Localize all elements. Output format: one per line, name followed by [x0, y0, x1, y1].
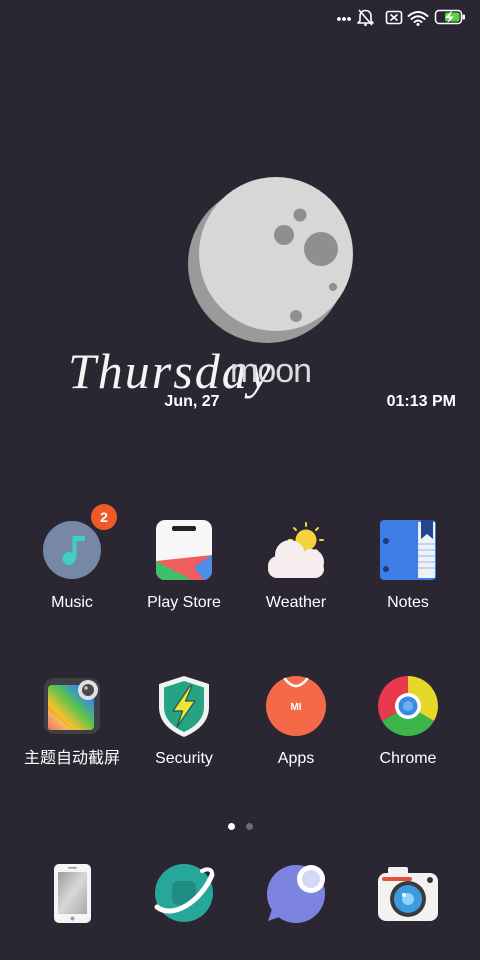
app-chrome[interactable]: Chrome: [352, 676, 464, 772]
notifications-muted-icon: [357, 9, 374, 27]
app-weather[interactable]: Weather: [240, 520, 352, 616]
date-text: Jun, 27: [164, 393, 220, 410]
no-sim-icon: [385, 10, 403, 25]
app-mi-apps[interactable]: MI Apps: [240, 676, 352, 772]
moon-illustration: [188, 177, 353, 343]
mi-apps-icon: MI: [266, 676, 326, 736]
cloud-icon: [268, 540, 324, 578]
app-label: Security: [155, 750, 213, 767]
page-dot[interactable]: [228, 823, 235, 830]
browser-icon: [154, 864, 215, 922]
page-indicator[interactable]: [224, 820, 256, 832]
app-play-store[interactable]: Play Store: [128, 520, 240, 616]
app-notes[interactable]: Notes: [352, 520, 464, 616]
notification-badge: 2: [91, 504, 117, 530]
notes-icon: [380, 520, 436, 580]
camera-icon: [378, 867, 438, 921]
app-label: Chrome: [379, 750, 437, 767]
status-bar: [0, 0, 480, 36]
app-label: Apps: [277, 750, 315, 767]
mi-logo-text: MI: [290, 702, 301, 713]
play-store-icon: [156, 520, 212, 580]
status-icons: [337, 9, 465, 27]
theme-screenshot-icon: [44, 678, 100, 734]
security-shield-icon: [159, 676, 209, 737]
app-theme-screenshot[interactable]: 主题自动截屏: [16, 676, 128, 772]
music-icon: [43, 521, 101, 579]
phone-icon: [54, 864, 91, 923]
app-label: Music: [51, 594, 93, 611]
dock-camera[interactable]: [378, 863, 438, 923]
dock-browser[interactable]: [154, 863, 215, 923]
dock-messages[interactable]: [266, 863, 326, 923]
dock-phone[interactable]: [42, 863, 102, 923]
wifi-icon: [407, 11, 429, 26]
app-label: Play Store: [147, 594, 221, 611]
page-dot[interactable]: [246, 823, 253, 830]
more-dots-icon: [337, 17, 351, 21]
time-text: 01:13 PM: [386, 393, 456, 410]
widget-label: moon: [230, 352, 312, 390]
app-label: Notes: [387, 594, 429, 611]
messages-icon: [267, 865, 325, 923]
app-label: 主题自动截屏: [23, 750, 120, 767]
app-music[interactable]: 2 Music: [16, 504, 128, 616]
app-security[interactable]: Security: [128, 676, 240, 772]
weather-icon: [268, 522, 324, 578]
moon-clock-widget[interactable]: Thursday moon Jun, 27 01:13 PM: [0, 160, 480, 420]
chrome-icon: [378, 676, 438, 736]
app-label: Weather: [265, 594, 327, 611]
battery-charging-icon: [434, 9, 465, 25]
